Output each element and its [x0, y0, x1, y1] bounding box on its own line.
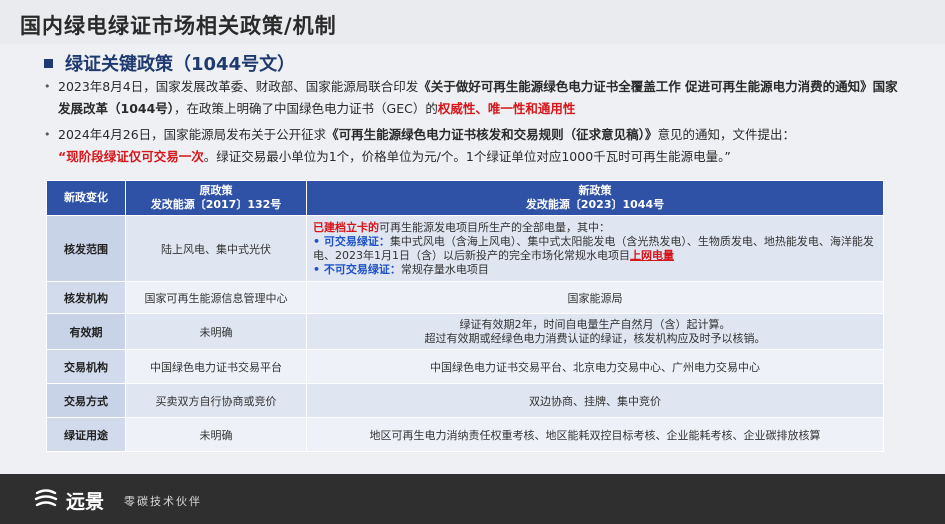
section-title: 绿证关键政策（1044号文）	[65, 54, 296, 75]
table-row: 核发机构 国家可再生能源信息管理中心 国家能源局	[46, 281, 884, 314]
p1-text-c: ，在政策上明确了中国绿色电力证书（GEC）的	[174, 101, 438, 116]
envision-logo-icon	[34, 489, 58, 507]
square-bullet-icon	[44, 58, 53, 68]
row-key: 核发范围	[46, 215, 126, 282]
bullet-dot-icon: •	[44, 80, 51, 93]
old-value: 中国绿色电力证书交易平台	[125, 349, 307, 384]
section-heading: 绿证关键政策（1044号文）	[44, 50, 295, 76]
table-header-row: 新政变化 原政策 发改能源〔2017〕132号 新政策 发改能源〔2023〕1044…	[46, 180, 884, 216]
footer-bar: 远景 零碳技术伙伴	[0, 474, 945, 524]
table-row: 核发范围 陆上风电、集中式光伏 已建档立卡的可再生能源发电项目所生产的全部电量，…	[46, 215, 884, 282]
table-row: 交易方式 买卖双方自行协商或竞价 双边协商、挂牌、集中竞价	[46, 383, 884, 418]
new-value: 已建档立卡的可再生能源发电项目所生产的全部电量，其中： • 可交易绿证：集中式风…	[306, 215, 884, 282]
p1-text-a: 2023年8月4日，国家发展改革委、财政部、国家能源局联合印发	[58, 79, 419, 94]
old-value: 国家可再生能源信息管理中心	[125, 281, 307, 314]
slide: 国内绿电绿证市场相关政策/机制 绿证关键政策（1044号文） • 2023年8月…	[0, 0, 945, 524]
new-value: 国家能源局	[306, 281, 884, 314]
p2-text-c: 意见的通知，文件提出：	[657, 127, 795, 142]
table-row: 交易机构 中国绿色电力证书交易平台 中国绿色电力证书交易平台、北京电力交易中心、…	[46, 349, 884, 384]
row-key: 绿证用途	[46, 417, 126, 452]
row-key: 交易方式	[46, 383, 126, 418]
p1-highlight: 权威性、唯一性和通用性	[437, 101, 576, 116]
table-row: 有效期 未明确 绿证有效期2年，时间自电量生产自然月（含）起计算。 超过有效期或经…	[46, 313, 884, 350]
page-title: 国内绿电绿证市场相关政策/机制	[20, 14, 337, 38]
p2-text-e: 。绿证交易最小单位为1个，价格单位为元/个。1个绿证单位对应1000千瓦时可再生…	[203, 149, 731, 164]
old-value: 买卖双方自行协商或竞价	[125, 383, 307, 418]
footer-brand: 远景	[66, 491, 105, 513]
old-value: 陆上风电、集中式光伏	[125, 215, 307, 282]
table-row: 绿证用途 未明确 地区可再生电力消纳责任权重考核、地区能耗双控目标考核、企业能耗…	[46, 417, 884, 452]
new-value: 地区可再生电力消纳责任权重考核、地区能耗双控目标考核、企业能耗考核、企业碳排放核…	[306, 417, 884, 452]
row-key: 核发机构	[46, 281, 126, 314]
old-value: 未明确	[125, 313, 307, 350]
row-key: 交易机构	[46, 349, 126, 384]
p2-text-a: 2024年4月26日，国家能源局发布关于公开征求	[58, 127, 327, 142]
header-change: 新政变化	[46, 180, 126, 216]
header-new-policy: 新政策 发改能源〔2023〕1044号	[306, 180, 884, 216]
policy-paragraph-1: • 2023年8月4日，国家发展改革委、财政部、国家能源局联合印发《关于做好可再…	[44, 76, 908, 120]
new-value: 双边协商、挂牌、集中竞价	[306, 383, 884, 418]
policy-paragraph-2: • 2024年4月26日，国家能源局发布关于公开征求《可再生能源绿色电力证书核发…	[44, 124, 908, 168]
new-value: 中国绿色电力证书交易平台、北京电力交易中心、广州电力交易中心	[306, 349, 884, 384]
footer-tagline: 零碳技术伙伴	[124, 495, 202, 508]
policy-comparison-table: 新政变化 原政策 发改能源〔2017〕132号 新政策 发改能源〔2023〕1044…	[46, 180, 884, 452]
new-value: 绿证有效期2年，时间自电量生产自然月（含）起计算。 超过有效期或经绿色电力消费认证…	[306, 313, 884, 350]
p2-highlight: “现阶段绿证仅可交易一次	[58, 149, 204, 164]
old-value: 未明确	[125, 417, 307, 452]
p2-doc-title: 《可再生能源绿色电力证书核发和交易规则（征求意见稿）》	[326, 127, 658, 142]
header-old-policy: 原政策 发改能源〔2017〕132号	[125, 180, 307, 216]
row-key: 有效期	[46, 313, 126, 350]
bullet-dot-icon: •	[44, 128, 51, 141]
